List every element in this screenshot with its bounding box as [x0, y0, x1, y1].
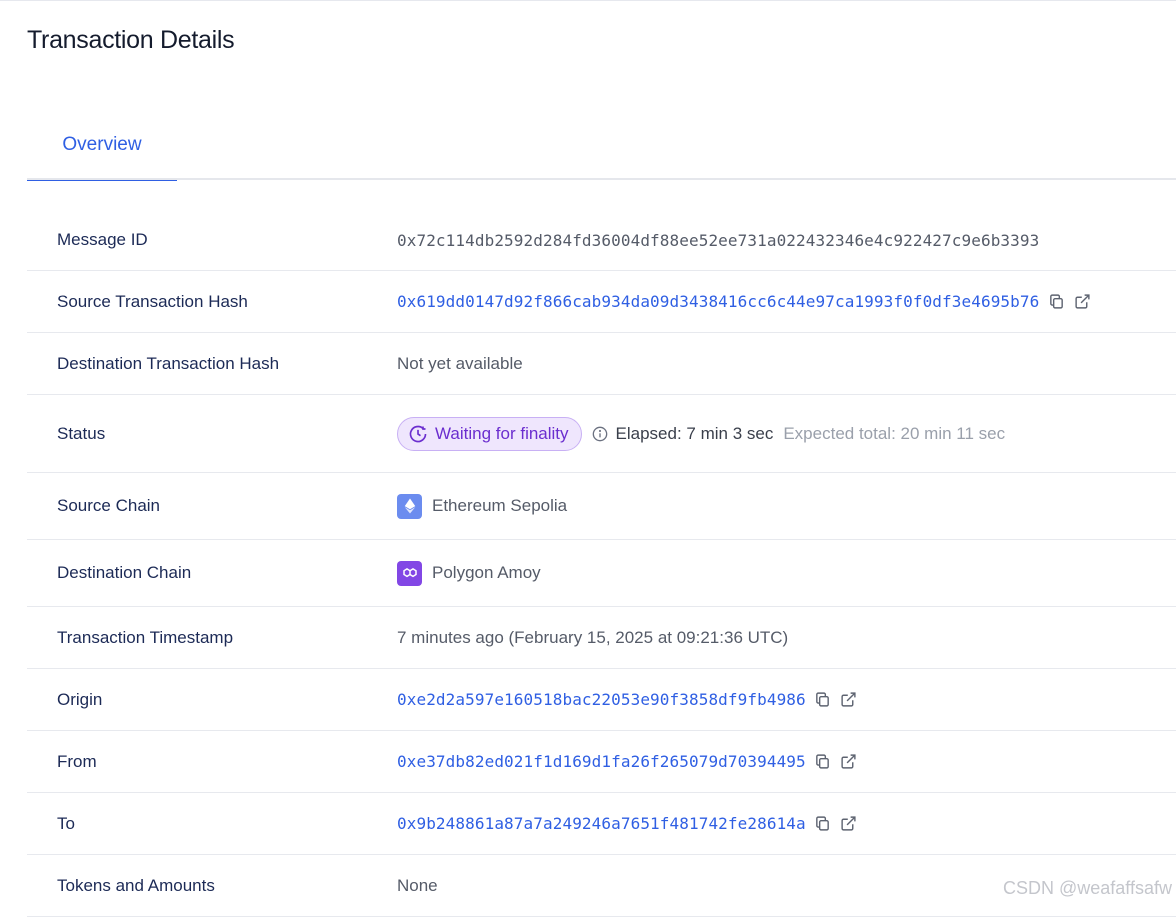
message-id-label: Message ID: [57, 230, 148, 249]
top-divider: [0, 0, 1176, 1]
external-link-icon[interactable]: [840, 691, 858, 709]
external-link-icon[interactable]: [840, 815, 858, 833]
row-to: To 0x9b248861a87a7a249246a7651f481742fe2…: [27, 793, 1176, 855]
dest-chain-label: Destination Chain: [57, 563, 192, 582]
expected-total: Expected total: 20 min 11 sec: [783, 423, 1006, 443]
dest-chain-value: Polygon Amoy: [432, 563, 541, 582]
status-label: Status: [57, 423, 106, 443]
to-link[interactable]: 0x9b248861a87a7a249246a7651f481742fe2861…: [397, 814, 806, 833]
info-icon[interactable]: [592, 426, 608, 442]
message-id-value: 0x72c114db2592d284fd36004df88ee52ee731a0…: [397, 230, 1040, 250]
watermark: CSDN @weafaffsafw: [1003, 878, 1172, 898]
row-message-id: Message ID 0x72c114db2592d284fd36004df88…: [27, 210, 1176, 271]
copy-icon[interactable]: [814, 691, 832, 709]
tokens-label: Tokens and Amounts: [57, 875, 215, 895]
status-badge-text: Waiting for finality: [435, 423, 569, 443]
row-origin: Origin 0xe2d2a597e160518bac22053e90f3858…: [27, 669, 1176, 731]
dest-tx-hash-value: Not yet available: [397, 353, 523, 373]
source-tx-hash-link[interactable]: 0x619dd0147d92f866cab934da09d3438416cc6c…: [397, 292, 1039, 311]
tab-overview-label: Overview: [62, 134, 142, 155]
origin-link[interactable]: 0xe2d2a597e160518bac22053e90f3858df9fb49…: [397, 690, 806, 709]
to-label: To: [57, 813, 75, 833]
external-link-icon[interactable]: [840, 753, 858, 771]
timestamp-label: Transaction Timestamp: [57, 627, 234, 647]
row-status: Status Waiting for finality Elapsed: 7 m…: [27, 395, 1176, 473]
details-table: Message ID 0x72c114db2592d284fd36004df88…: [27, 210, 1176, 917]
timestamp-value: 7 minutes ago (February 15, 2025 at 09:2…: [397, 627, 789, 647]
row-timestamp: Transaction Timestamp 7 minutes ago (Feb…: [27, 607, 1176, 669]
copy-icon[interactable]: [814, 753, 832, 771]
dest-tx-hash-label: Destination Transaction Hash: [57, 353, 280, 373]
row-source-chain: Source Chain Ethereum Sepolia: [27, 473, 1176, 540]
polygon-icon: [397, 560, 422, 586]
external-link-icon[interactable]: [1073, 293, 1091, 311]
ethereum-icon: [397, 493, 422, 519]
copy-icon[interactable]: [814, 815, 832, 833]
row-dest-chain: Destination Chain Polygon Amoy: [27, 540, 1176, 607]
tabs-divider: [27, 178, 1176, 180]
elapsed-time: Elapsed: 7 min 3 sec: [615, 423, 774, 443]
status-badge: Waiting for finality: [397, 416, 582, 451]
row-from: From 0xe37db82ed021f1d169d1fa26f265079d7…: [27, 731, 1176, 793]
from-link[interactable]: 0xe37db82ed021f1d169d1fa26f265079d703944…: [397, 752, 806, 771]
clock-icon: [409, 425, 427, 442]
copy-icon[interactable]: [1047, 293, 1065, 311]
tab-overview[interactable]: Overview: [27, 110, 177, 181]
row-dest-tx-hash: Destination Transaction Hash Not yet ava…: [27, 333, 1176, 395]
origin-label: Origin: [57, 689, 103, 709]
tokens-value: None: [397, 875, 438, 895]
row-source-tx-hash: Source Transaction Hash 0x619dd0147d92f8…: [27, 271, 1176, 333]
source-chain-value: Ethereum Sepolia: [432, 496, 568, 515]
source-chain-label: Source Chain: [57, 496, 161, 515]
from-label: From: [57, 751, 97, 771]
tab-bar: Overview: [27, 110, 1176, 181]
page-title: Transaction Details: [27, 26, 235, 54]
source-tx-hash-label: Source Transaction Hash: [57, 291, 248, 311]
